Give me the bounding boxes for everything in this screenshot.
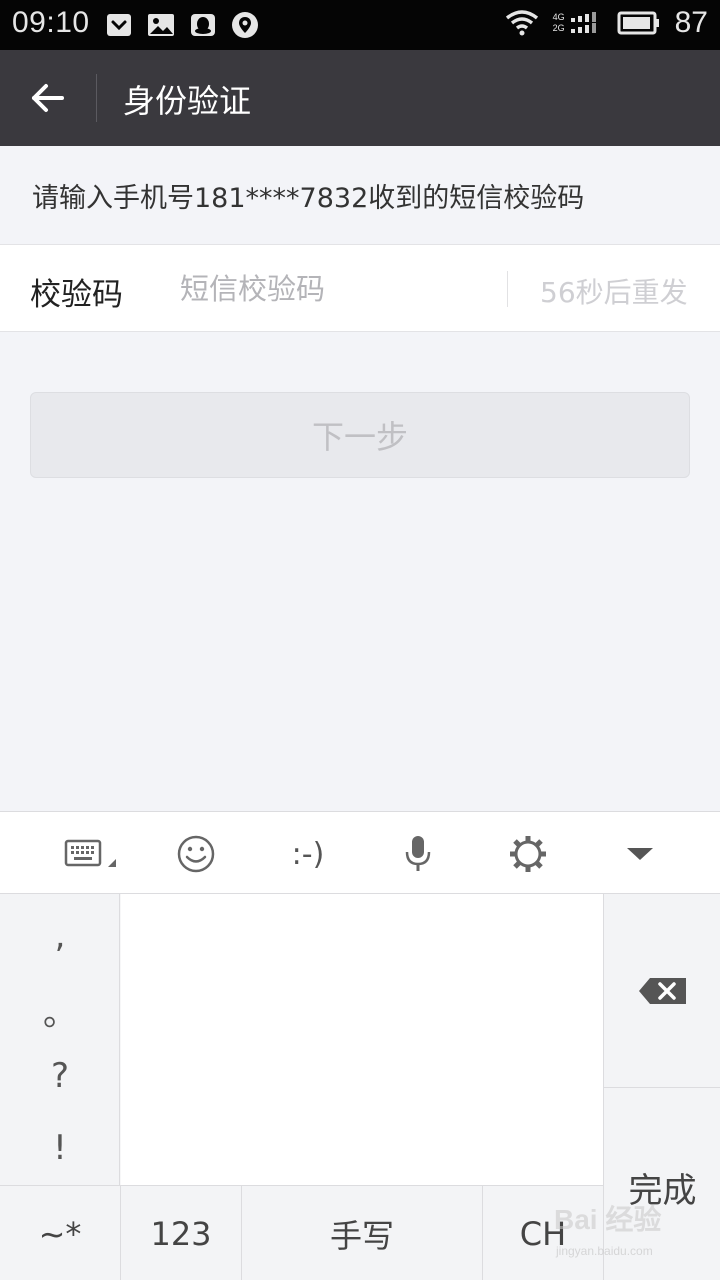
code-divider	[507, 271, 508, 307]
keyboard-bottom-row: ~* 123 手写 CH	[0, 1185, 603, 1280]
status-bar: 09:10 4G 2G 87	[0, 0, 720, 50]
notification-icons	[104, 10, 260, 40]
punct-key-comma[interactable]: ,	[0, 906, 120, 966]
punct-key-period[interactable]: 。	[0, 980, 120, 1040]
baidu-watermark: Bai 经验 jingyan.baidu.com	[552, 1196, 692, 1266]
status-right: 4G 2G 87	[505, 6, 708, 40]
keyboard-toolbar: :-)	[0, 811, 720, 894]
arrow-left-icon	[32, 84, 64, 112]
signal-bars-icon	[570, 12, 596, 33]
gear-icon	[510, 836, 546, 872]
watermark-main: Bai 经验	[554, 1204, 662, 1235]
network-type-bottom: 2G	[552, 23, 565, 33]
handwriting-key[interactable]: 手写	[242, 1186, 483, 1280]
voice-input-button[interactable]	[396, 832, 440, 876]
backspace-icon	[638, 977, 686, 1004]
next-step-button[interactable]: 下一步	[30, 392, 690, 478]
hide-keyboard-button[interactable]	[618, 832, 662, 876]
code-label: 校验码	[30, 277, 123, 313]
resend-countdown-button[interactable]: 56秒后重发	[540, 271, 688, 311]
verification-code-row: 校验码 56秒后重发	[0, 244, 720, 332]
image-icon	[148, 14, 174, 36]
title-bar: 身份验证	[0, 50, 720, 146]
wifi-icon	[505, 10, 538, 36]
delete-key[interactable]	[604, 894, 720, 1088]
watermark-sub: jingyan.baidu.com	[556, 1244, 653, 1258]
emoji-button[interactable]	[174, 832, 218, 876]
location-icon	[232, 12, 258, 38]
emoticon-label: :-)	[291, 836, 325, 872]
status-time: 09:10	[12, 6, 90, 39]
triangle-down-icon	[627, 848, 653, 860]
keyboard-switch-button[interactable]	[64, 832, 120, 876]
punct-key-question[interactable]: ?	[0, 1046, 120, 1106]
handwriting-area[interactable]	[121, 894, 603, 1185]
punctuation-column: , 。 ? !	[0, 894, 120, 1185]
title-divider	[96, 74, 97, 122]
network-type-top: 4G	[552, 12, 565, 22]
numbers-key[interactable]: 123	[121, 1186, 242, 1280]
instruction-section: 请输入手机号181****7832收到的短信校验码	[0, 146, 720, 244]
pocket-icon	[107, 14, 131, 36]
keyboard-icon	[64, 839, 116, 867]
instruction-text: 请输入手机号181****7832收到的短信校验码	[32, 183, 585, 214]
battery-level: 87	[674, 6, 708, 39]
emoticon-button[interactable]: :-)	[280, 832, 336, 876]
punct-key-exclamation[interactable]: !	[0, 1118, 120, 1178]
symbols-key[interactable]: ~*	[0, 1186, 121, 1280]
page-title: 身份验证	[123, 82, 252, 120]
back-button[interactable]	[20, 74, 76, 122]
battery-icon	[617, 11, 659, 35]
smiley-icon	[177, 835, 215, 873]
microphone-icon	[405, 836, 431, 871]
verification-code-input[interactable]	[180, 263, 490, 315]
keyboard-settings-button[interactable]	[506, 832, 550, 876]
cell-signal: 4G 2G	[553, 10, 603, 36]
qq-icon	[191, 14, 215, 36]
